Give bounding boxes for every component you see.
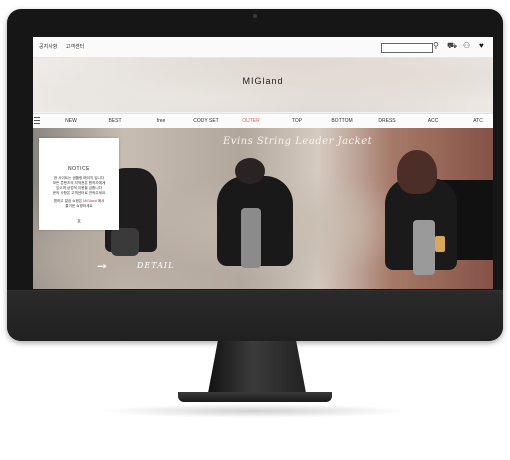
monitor: 공지사항 고객센터 ⚲ ⛟ ⚇ ♥ MIGland NEW BEST free … bbox=[7, 9, 503, 341]
heart-icon[interactable]: ♥ bbox=[479, 41, 484, 51]
nav-item-acc[interactable]: ACC bbox=[428, 118, 439, 124]
arrow-icon[interactable]: ➙ bbox=[97, 259, 107, 273]
monitor-foot bbox=[178, 392, 332, 402]
notice-text: 편하고 깔끔 쇼핑은 bbox=[53, 199, 83, 203]
monitor-chin bbox=[7, 290, 503, 341]
model-photo-3-hair bbox=[397, 150, 437, 194]
search-icon[interactable]: ⚲ bbox=[433, 41, 439, 51]
nav-item-free[interactable]: free bbox=[157, 118, 166, 124]
nav-item-cody-set[interactable]: CODY SET bbox=[193, 118, 218, 124]
model-photo-2-dress bbox=[241, 208, 261, 268]
notice-popup: NOTICE 현 사이트는 샘플링 페이지 입니다 모든 콘텐츠의 저작권은 원… bbox=[39, 138, 119, 230]
notice-text: 에서 bbox=[97, 199, 105, 203]
model-photo-1-detail bbox=[111, 228, 139, 256]
notice-body: 현 사이트는 샘플링 페이지 입니다 모든 콘텐츠의 저작권은 원작자에게 있으… bbox=[39, 176, 119, 209]
drink-cup bbox=[435, 236, 445, 252]
model-photo-3-dress bbox=[413, 220, 435, 275]
nav-item-best[interactable]: BEST bbox=[108, 118, 121, 124]
cart-icon[interactable]: ⛟ bbox=[447, 41, 457, 51]
camera-dot bbox=[253, 14, 257, 18]
user-icon[interactable]: ⚇ bbox=[463, 41, 470, 51]
notice-highlight: MIGland bbox=[83, 199, 97, 203]
nav-item-top[interactable]: TOP bbox=[292, 118, 302, 124]
customer-center-link[interactable]: 고객센터 bbox=[66, 44, 84, 50]
menu-icon[interactable] bbox=[34, 117, 40, 124]
nav-item-bottom[interactable]: BOTTOM bbox=[331, 118, 352, 124]
close-button[interactable]: X bbox=[39, 219, 119, 225]
stand-shadow bbox=[100, 404, 410, 418]
main-nav: NEW BEST free CODY SET OUTER TOP BOTTOM … bbox=[33, 113, 493, 129]
top-utility-bar: 공지사항 고객센터 ⚲ ⛟ ⚇ ♥ bbox=[33, 37, 493, 58]
nav-item-new[interactable]: NEW bbox=[65, 118, 77, 124]
notice-link[interactable]: 공지사항 bbox=[39, 44, 57, 50]
notice-line: 문의 사항은 고객센터로 연락주세요 bbox=[52, 191, 106, 195]
nav-item-dress[interactable]: DRESS bbox=[378, 118, 395, 124]
top-links: 공지사항 고객센터 bbox=[39, 43, 91, 50]
monitor-stand bbox=[208, 341, 306, 393]
model-photo-2-head bbox=[235, 158, 265, 184]
notice-title: NOTICE bbox=[68, 166, 90, 172]
search-input[interactable] bbox=[381, 43, 433, 53]
site-logo[interactable]: MIGland bbox=[33, 76, 493, 86]
notice-line: 즐거운 쇼핑하세요 bbox=[65, 204, 93, 208]
detail-link[interactable]: DETAIL bbox=[137, 261, 174, 270]
banner-title: Evins String Leader Jacket bbox=[223, 136, 373, 147]
nav-item-atc[interactable]: ATC bbox=[473, 118, 483, 124]
screen: 공지사항 고객센터 ⚲ ⛟ ⚇ ♥ MIGland NEW BEST free … bbox=[33, 37, 493, 289]
nav-item-outer[interactable]: OUTER bbox=[242, 118, 260, 124]
